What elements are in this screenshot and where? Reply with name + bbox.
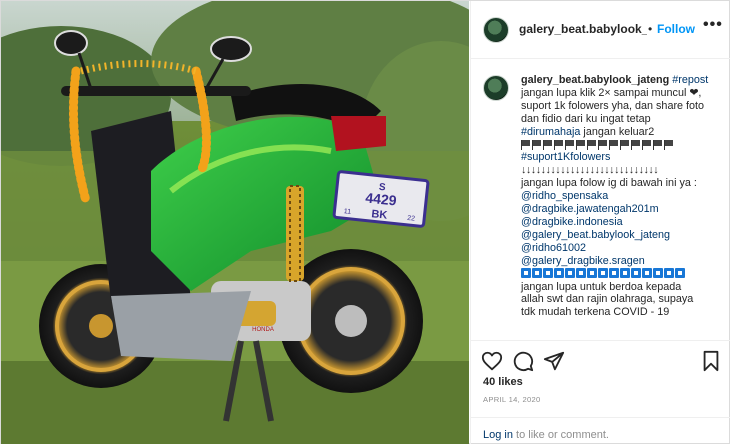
hashtag-suport1k[interactable]: #suport1Kfolowers xyxy=(521,151,726,164)
flag-icon xyxy=(565,139,575,150)
flag-icon xyxy=(620,139,630,150)
mention-link[interactable]: @ridho_spensaka xyxy=(521,190,726,203)
flag-icon xyxy=(587,139,597,150)
blue-square-icon xyxy=(664,267,674,278)
hashtag-dirumahaja[interactable]: #dirumahaja xyxy=(521,126,580,138)
flag-icon xyxy=(653,139,663,150)
author-avatar[interactable] xyxy=(483,17,509,43)
flag-icon xyxy=(532,139,542,150)
login-rest-text: to like or comment. xyxy=(512,429,609,441)
caption-line: allah swt dan rajin olahraga, supaya xyxy=(521,293,694,306)
caption-line: tdk mudah terkena COVID - 19 xyxy=(521,306,670,319)
caption-text: galery_beat.babylook_jateng #repost jang… xyxy=(521,74,726,319)
blue-square-icon xyxy=(598,267,608,278)
caption-line: jangan lupa klik 2× sampai muncul ❤, xyxy=(521,86,702,99)
flag-icon xyxy=(521,139,531,150)
plate-number-text: 4429 xyxy=(365,189,398,208)
plate-right-text: 22 xyxy=(407,215,416,223)
bookmark-icon[interactable] xyxy=(700,350,722,372)
caption-author-avatar[interactable] xyxy=(483,75,509,101)
blue-square-icon xyxy=(620,267,630,278)
blue-square-icon xyxy=(565,267,575,278)
flag-icon xyxy=(576,139,586,150)
caption-line: jangan lupa folow ig di bawah ini ya : xyxy=(521,177,697,190)
flag-icon xyxy=(664,139,674,150)
caption-username[interactable]: galery_beat.babylook_jateng xyxy=(521,74,669,86)
separator-dot: • xyxy=(648,22,653,36)
blue-square-icon xyxy=(631,267,641,278)
flag-icon xyxy=(642,139,652,150)
caption-line: jangan lupa untuk berdoa kepada xyxy=(521,280,682,293)
engine-brand-text: HONDA xyxy=(252,327,274,333)
blue-square-icon xyxy=(675,267,685,278)
blue-square-icon xyxy=(532,267,542,278)
post-date[interactable]: APRIL 14, 2020 xyxy=(483,395,541,404)
likes-count[interactable]: 40 likes xyxy=(483,376,523,388)
mention-link[interactable]: @ridho61002 xyxy=(521,242,726,255)
more-options-icon[interactable]: ••• xyxy=(703,16,723,34)
caption-line: dan fidio dari ku ingat tetap xyxy=(521,112,651,125)
flag-icon xyxy=(609,139,619,150)
blue-square-icon xyxy=(576,267,586,278)
author-username[interactable]: galery_beat.babylook_jateng xyxy=(519,22,647,36)
login-text: Log in to like or comment. xyxy=(483,429,609,441)
post-header: galery_beat.babylook_jateng • Follow ••• xyxy=(471,1,730,59)
blue-square-icon xyxy=(587,267,597,278)
heart-icon[interactable] xyxy=(481,350,503,372)
mention-link[interactable]: @galery_dragbike.sragen xyxy=(521,255,726,268)
post-sidebar: galery_beat.babylook_jateng • Follow •••… xyxy=(470,1,730,444)
flag-icon xyxy=(598,139,608,150)
blue-square-icon xyxy=(521,267,531,278)
blue-square-icon xyxy=(609,267,619,278)
instagram-post: S 4429 11 BK 22 HONDA galery_beat.babylo… xyxy=(0,0,730,444)
caption-line: suport 1k folowers yha, dan share foto xyxy=(521,99,705,112)
flag-icon xyxy=(543,139,553,150)
blue-square-icon xyxy=(653,267,663,278)
caption-line: jangan keluar2 xyxy=(583,125,655,138)
hashtag-repost[interactable]: #repost xyxy=(672,74,708,86)
action-bar xyxy=(471,340,730,378)
login-prompt: Log in to like or comment. xyxy=(471,417,730,444)
plate-left-text: 11 xyxy=(343,208,351,216)
blue-square-icon xyxy=(642,267,652,278)
mention-link[interactable]: @galery_beat.babylook_jateng xyxy=(521,229,726,242)
flag-emoji-row xyxy=(521,139,675,152)
blue-square-icon xyxy=(554,267,564,278)
caption-area: galery_beat.babylook_jateng #repost jang… xyxy=(471,60,730,340)
blue-square-icon xyxy=(543,267,553,278)
comment-icon[interactable] xyxy=(512,350,534,372)
login-link[interactable]: Log in xyxy=(483,429,513,441)
mention-link[interactable]: @dragbike.indonesia xyxy=(521,216,726,229)
mention-link[interactable]: @dragbike.jawatengah201m xyxy=(521,203,726,216)
arrow-emoji-row: ↓↓↓↓↓↓↓↓↓↓↓↓↓↓↓↓↓↓↓↓↓↓↓↓↓↓↓↓ xyxy=(521,164,659,177)
blue-square-emoji-row xyxy=(521,267,726,281)
plate-code-text: BK xyxy=(371,208,388,222)
post-photo[interactable]: S 4429 11 BK 22 HONDA xyxy=(1,1,469,444)
motorcycle-photo: S 4429 11 BK 22 HONDA xyxy=(1,1,469,444)
send-icon[interactable] xyxy=(543,350,565,372)
follow-button[interactable]: Follow xyxy=(657,22,695,36)
flag-icon xyxy=(554,139,564,150)
flag-icon xyxy=(631,139,641,150)
